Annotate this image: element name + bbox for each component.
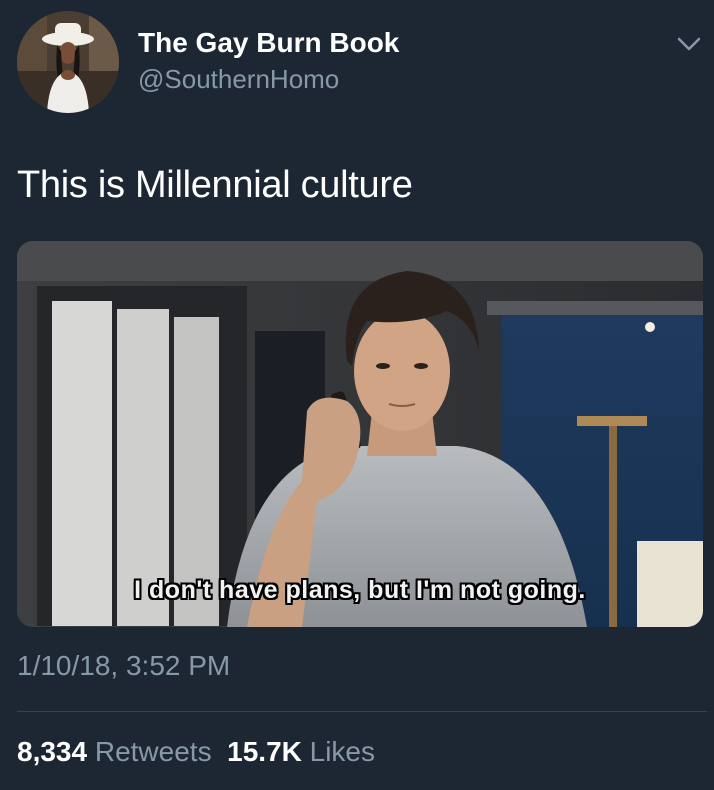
tweet-media[interactable]: I don't have plans, but I'm not going. — [17, 241, 703, 627]
chevron-down-icon[interactable] — [676, 34, 702, 54]
tweet-text: This is Millennial culture — [17, 164, 413, 206]
user-handle[interactable]: @SouthernHomo — [138, 64, 339, 95]
media-scene — [17, 241, 703, 627]
likes-stat[interactable]: 15.7K Likes — [227, 736, 375, 767]
likes-label: Likes — [309, 736, 376, 767]
retweets-count: 8,334 — [17, 736, 88, 767]
avatar[interactable] — [17, 11, 119, 113]
tweet-stats: 8,334 Retweets 15.7K Likes — [17, 736, 375, 768]
avatar-image — [17, 11, 119, 113]
display-name[interactable]: The Gay Burn Book — [138, 27, 399, 59]
retweets-stat[interactable]: 8,334 Retweets — [17, 736, 212, 767]
retweets-label: Retweets — [94, 736, 212, 767]
media-caption: I don't have plans, but I'm not going. — [134, 576, 586, 604]
divider — [17, 711, 707, 712]
likes-count: 15.7K — [227, 736, 302, 767]
tweet-timestamp[interactable]: 1/10/18, 3:52 PM — [17, 650, 230, 682]
